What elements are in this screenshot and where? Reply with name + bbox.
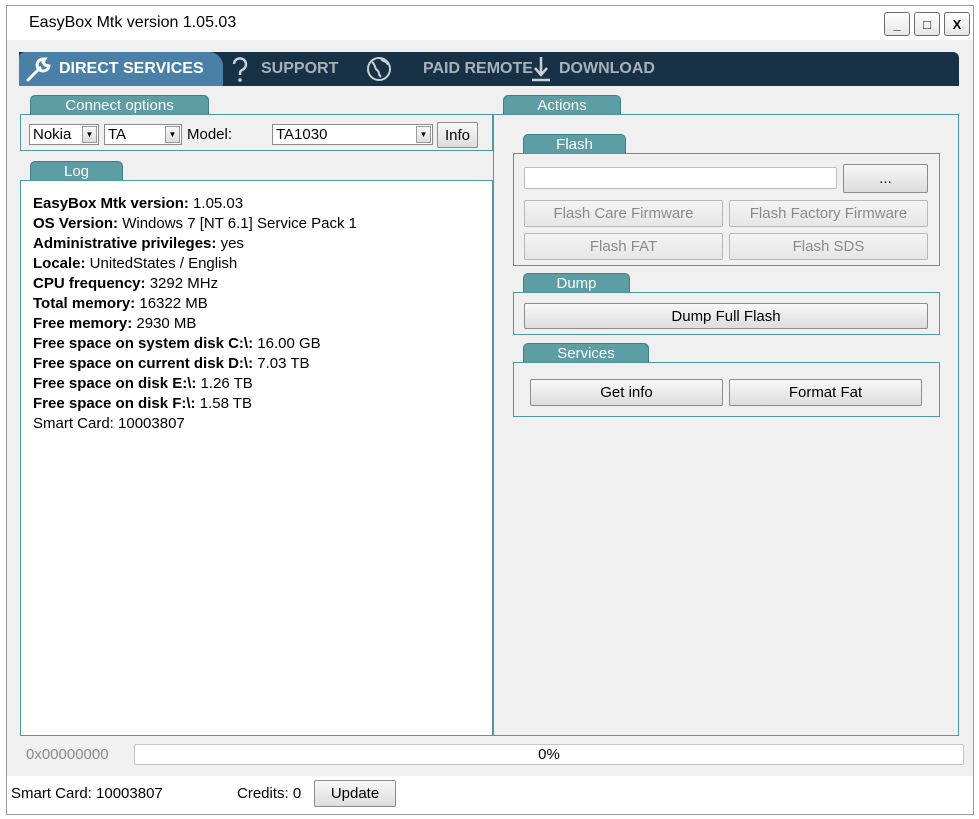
log-line: OS Version: Windows 7 [NT 6.1] Service P…	[33, 215, 492, 235]
log-line: Total memory: 16322 MB	[33, 295, 492, 315]
flash-factory-firmware-button[interactable]: Flash Factory Firmware	[729, 200, 928, 227]
dump-full-flash-button[interactable]: Dump Full Flash	[524, 303, 928, 329]
progress-bar: 0%	[134, 744, 964, 765]
close-button[interactable]: X	[944, 12, 970, 36]
log-line-value: Windows 7 [NT 6.1] Service Pack 1	[118, 215, 358, 232]
log-line: Free space on disk E:\: 1.26 TB	[33, 375, 492, 395]
log-line: CPU frequency: 3292 MHz	[33, 275, 492, 295]
model-select[interactable]: TA1030 ▼	[272, 124, 433, 145]
dump-tab: Dump	[523, 273, 630, 292]
log-line: Free space on disk F:\: 1.58 TB	[33, 395, 492, 415]
tab-direct-services-label: DIRECT SERVICES	[59, 60, 204, 77]
progress-text: 0%	[538, 746, 560, 763]
get-info-button[interactable]: Get info	[530, 379, 723, 406]
log-line-key: Total memory:	[33, 295, 136, 312]
tab-direct-services[interactable]: DIRECT SERVICES	[19, 52, 223, 86]
minimize-button[interactable]: _	[884, 12, 910, 36]
browse-button[interactable]: ...	[843, 164, 928, 193]
log-line-value: 1.58 TB	[195, 395, 252, 412]
log-line-value: 3292 MHz	[145, 275, 219, 292]
log-line-value: yes	[216, 235, 244, 252]
actions-box: Flash ... Flash Care Firmware Flash Fact…	[493, 114, 959, 736]
tab-paid-remote[interactable]: PAID REMOTE	[361, 52, 541, 86]
connect-options-box: Nokia ▼ TA ▼ Model: TA1030 ▼ Info	[20, 114, 493, 151]
log-line-value: 2930 MB	[132, 315, 197, 332]
chevron-down-icon[interactable]: ▼	[416, 126, 431, 143]
services-box: Get info Format Fat	[513, 362, 940, 417]
brand-select[interactable]: Nokia ▼	[29, 124, 99, 145]
status-bar: Smart Card: 10003807 Credits: 0 Update	[7, 776, 973, 814]
log-line-value: UnitedStates / English	[85, 255, 238, 272]
tab-support-label: SUPPORT	[261, 60, 339, 77]
address-label: 0x00000000	[26, 746, 109, 763]
log-line: Smart Card: 10003807	[33, 415, 492, 435]
tab-support[interactable]: SUPPORT	[225, 52, 365, 86]
maximize-button[interactable]: □	[914, 12, 940, 36]
tab-paid-remote-label: PAID REMOTE	[423, 60, 533, 77]
main-nav: DIRECT SERVICES SUPPORT PAID REMOTE DOWN…	[19, 52, 959, 86]
model-value: TA1030	[276, 126, 328, 143]
download-icon	[532, 57, 550, 82]
log-line-key: EasyBox Mtk version:	[33, 195, 189, 212]
flash-tab: Flash	[523, 134, 626, 153]
actions-tab: Actions	[503, 95, 621, 114]
update-button[interactable]: Update	[314, 780, 396, 807]
connect-options-tab: Connect options	[30, 95, 209, 114]
series-value: TA	[108, 126, 127, 143]
chevron-down-icon[interactable]: ▼	[165, 126, 180, 143]
brand-value: Nokia	[33, 126, 72, 143]
tab-download-label: DOWNLOAD	[559, 60, 655, 77]
model-label: Model:	[187, 126, 233, 143]
log-line: Free space on system disk C:\: 16.00 GB	[33, 335, 492, 355]
app-window: EasyBox Mtk version 1.05.03 _ □ X DIRECT…	[6, 5, 974, 815]
tab-download[interactable]: DOWNLOAD	[529, 52, 689, 86]
wrench-icon	[26, 57, 51, 82]
log-line-key: Administrative privileges:	[33, 235, 217, 252]
firmware-path-input[interactable]	[524, 167, 837, 189]
series-select[interactable]: TA ▼	[104, 124, 182, 145]
title-bar: EasyBox Mtk version 1.05.03 _ □ X	[7, 6, 973, 40]
log-line-key: Free space on disk F:\:	[33, 395, 196, 412]
credits-status: Credits: 0	[237, 785, 302, 802]
dump-box: Dump Full Flash	[513, 292, 940, 335]
info-button[interactable]: Info	[437, 122, 478, 148]
log-line-value: 7.03 TB	[253, 355, 310, 372]
log-line: Administrative privileges: yes	[33, 235, 492, 255]
log-line-value: 16322 MB	[135, 295, 208, 312]
log-lines: EasyBox Mtk version: 1.05.03 OS Version: …	[33, 195, 492, 435]
log-line: Locale: UnitedStates / English	[33, 255, 492, 275]
log-line-value: Smart Card: 10003807	[33, 415, 185, 432]
log-line: Free memory: 2930 MB	[33, 315, 492, 335]
flash-care-firmware-button[interactable]: Flash Care Firmware	[524, 200, 723, 227]
question-icon	[232, 57, 248, 82]
globe-icon	[367, 57, 391, 81]
log-line-key: Free space on system disk C:\:	[33, 335, 254, 352]
log-tab: Log	[30, 161, 123, 180]
flash-box: ... Flash Care Firmware Flash Factory Fi…	[513, 153, 940, 266]
log-line-key: OS Version:	[33, 215, 119, 232]
window-title: EasyBox Mtk version 1.05.03	[29, 14, 237, 31]
smart-card-status: Smart Card: 10003807	[11, 785, 163, 802]
chevron-down-icon[interactable]: ▼	[82, 126, 97, 143]
log-box: EasyBox Mtk version: 1.05.03 OS Version: …	[20, 180, 493, 736]
log-line: Free space on current disk D:\: 7.03 TB	[33, 355, 492, 375]
flash-fat-button[interactable]: Flash FAT	[524, 233, 723, 260]
format-fat-button[interactable]: Format Fat	[729, 379, 922, 406]
services-tab: Services	[523, 343, 649, 362]
log-line-value: 16.00 GB	[253, 335, 321, 352]
log-line-key: Free memory:	[33, 315, 133, 332]
main-panel: DIRECT SERVICES SUPPORT PAID REMOTE DOWN…	[19, 48, 965, 776]
log-line-key: CPU frequency:	[33, 275, 146, 292]
log-line-value: 1.26 TB	[196, 375, 253, 392]
flash-sds-button[interactable]: Flash SDS	[729, 233, 928, 260]
log-line-value: 1.05.03	[188, 195, 244, 212]
log-line-key: Free space on current disk D:\:	[33, 355, 254, 372]
log-line-key: Locale:	[33, 255, 86, 272]
log-line-key: Free space on disk E:\:	[33, 375, 197, 392]
log-line: EasyBox Mtk version: 1.05.03	[33, 195, 492, 215]
